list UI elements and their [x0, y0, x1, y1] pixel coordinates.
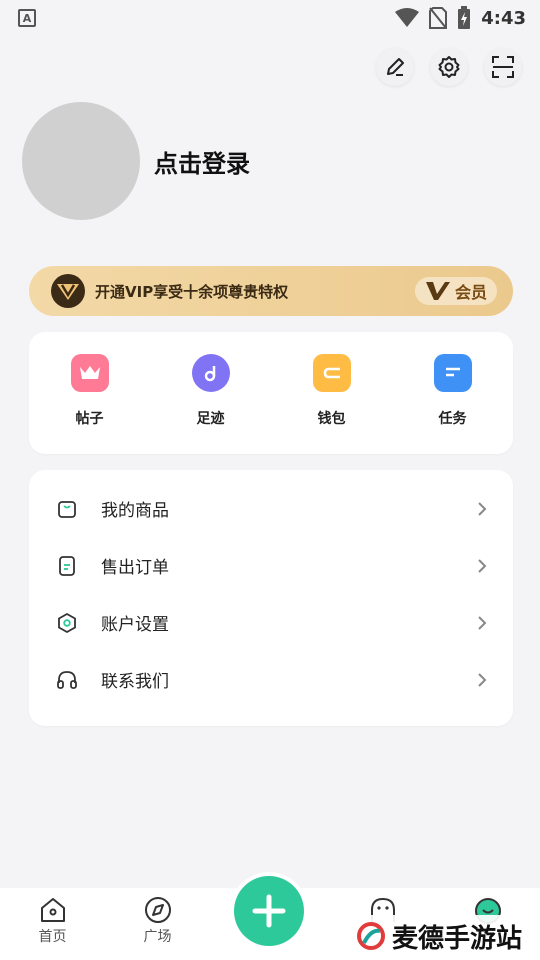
menu-item-label: 账户设置: [101, 615, 169, 635]
edit-button[interactable]: [376, 48, 414, 86]
menu-item-account-settings[interactable]: 账户设置: [29, 594, 513, 651]
music-note-icon: [191, 354, 230, 392]
home-icon: [40, 898, 65, 922]
watermark-logo-icon: [357, 922, 385, 950]
pencil-icon: [387, 58, 404, 76]
clock: 4:43: [481, 7, 526, 29]
settings-button[interactable]: [430, 48, 468, 86]
task-list-icon: [433, 354, 472, 392]
vip-promo-text: 开通VIP享受十余项尊贵特权: [95, 282, 289, 301]
scan-button[interactable]: [484, 48, 522, 86]
order-icon: [55, 554, 79, 578]
quick-action-tasks[interactable]: 任务: [392, 332, 513, 454]
menu-item-label: 售出订单: [101, 558, 169, 578]
app-notification-icon: A: [18, 9, 36, 27]
scan-icon: [492, 56, 514, 78]
compass-icon: [144, 897, 171, 923]
vip-member-label: 会员: [454, 283, 487, 302]
profile-section[interactable]: 点击登录: [22, 102, 250, 220]
wallet-icon: [312, 354, 351, 392]
hexagon-settings-icon: [55, 611, 79, 635]
watermark: 麦德手游站: [350, 915, 529, 957]
quick-action-label: 帖子: [75, 411, 104, 427]
nav-square[interactable]: 广场: [105, 896, 210, 946]
bag-icon: [55, 497, 79, 521]
nav-square-label: 广场: [143, 929, 172, 945]
menu-item-my-products[interactable]: 我的商品: [29, 480, 513, 537]
status-bar: A 4:43: [0, 0, 540, 36]
gear-icon: [438, 56, 460, 78]
battery-charging-icon: [458, 6, 471, 29]
avatar[interactable]: [22, 102, 140, 220]
menu-card: 我的商品 售出订单 账户设置 联系我们: [29, 470, 513, 726]
menu-item-contact-us[interactable]: 联系我们: [29, 651, 513, 708]
headphones-icon: [55, 668, 79, 692]
quick-action-posts[interactable]: 帖子: [29, 332, 150, 454]
quick-action-label: 钱包: [317, 411, 346, 427]
chevron-right-icon: [475, 558, 489, 573]
wifi-icon: [395, 8, 420, 27]
create-post-button[interactable]: [234, 876, 304, 946]
no-sim-icon: [429, 7, 448, 29]
quick-actions-card: 帖子 足迹 钱包 任务: [29, 332, 513, 454]
status-icons: 4:43: [395, 6, 526, 30]
vip-logo-icon: [425, 282, 450, 300]
quick-action-footprints[interactable]: 足迹: [150, 332, 271, 454]
chevron-right-icon: [475, 672, 489, 687]
crown-icon: [70, 354, 109, 392]
menu-item-label: 联系我们: [101, 672, 169, 692]
quick-action-label: 足迹: [196, 411, 225, 427]
menu-item-sold-orders[interactable]: 售出订单: [29, 537, 513, 594]
vip-member-button[interactable]: 会员: [414, 277, 497, 305]
vip-banner[interactable]: 开通VIP享受十余项尊贵特权 会员: [29, 266, 513, 316]
watermark-text: 麦德手游站: [392, 923, 523, 954]
plus-icon: [252, 894, 286, 928]
nav-home-label: 首页: [38, 929, 67, 945]
login-link[interactable]: 点击登录: [154, 144, 250, 179]
vip-badge-icon: [51, 274, 85, 308]
chevron-right-icon: [475, 501, 489, 516]
menu-item-label: 我的商品: [101, 501, 169, 521]
quick-action-label: 任务: [438, 411, 467, 427]
top-actions: [376, 48, 522, 86]
quick-action-wallet[interactable]: 钱包: [271, 332, 392, 454]
nav-home[interactable]: 首页: [0, 896, 105, 946]
chevron-right-icon: [475, 615, 489, 630]
